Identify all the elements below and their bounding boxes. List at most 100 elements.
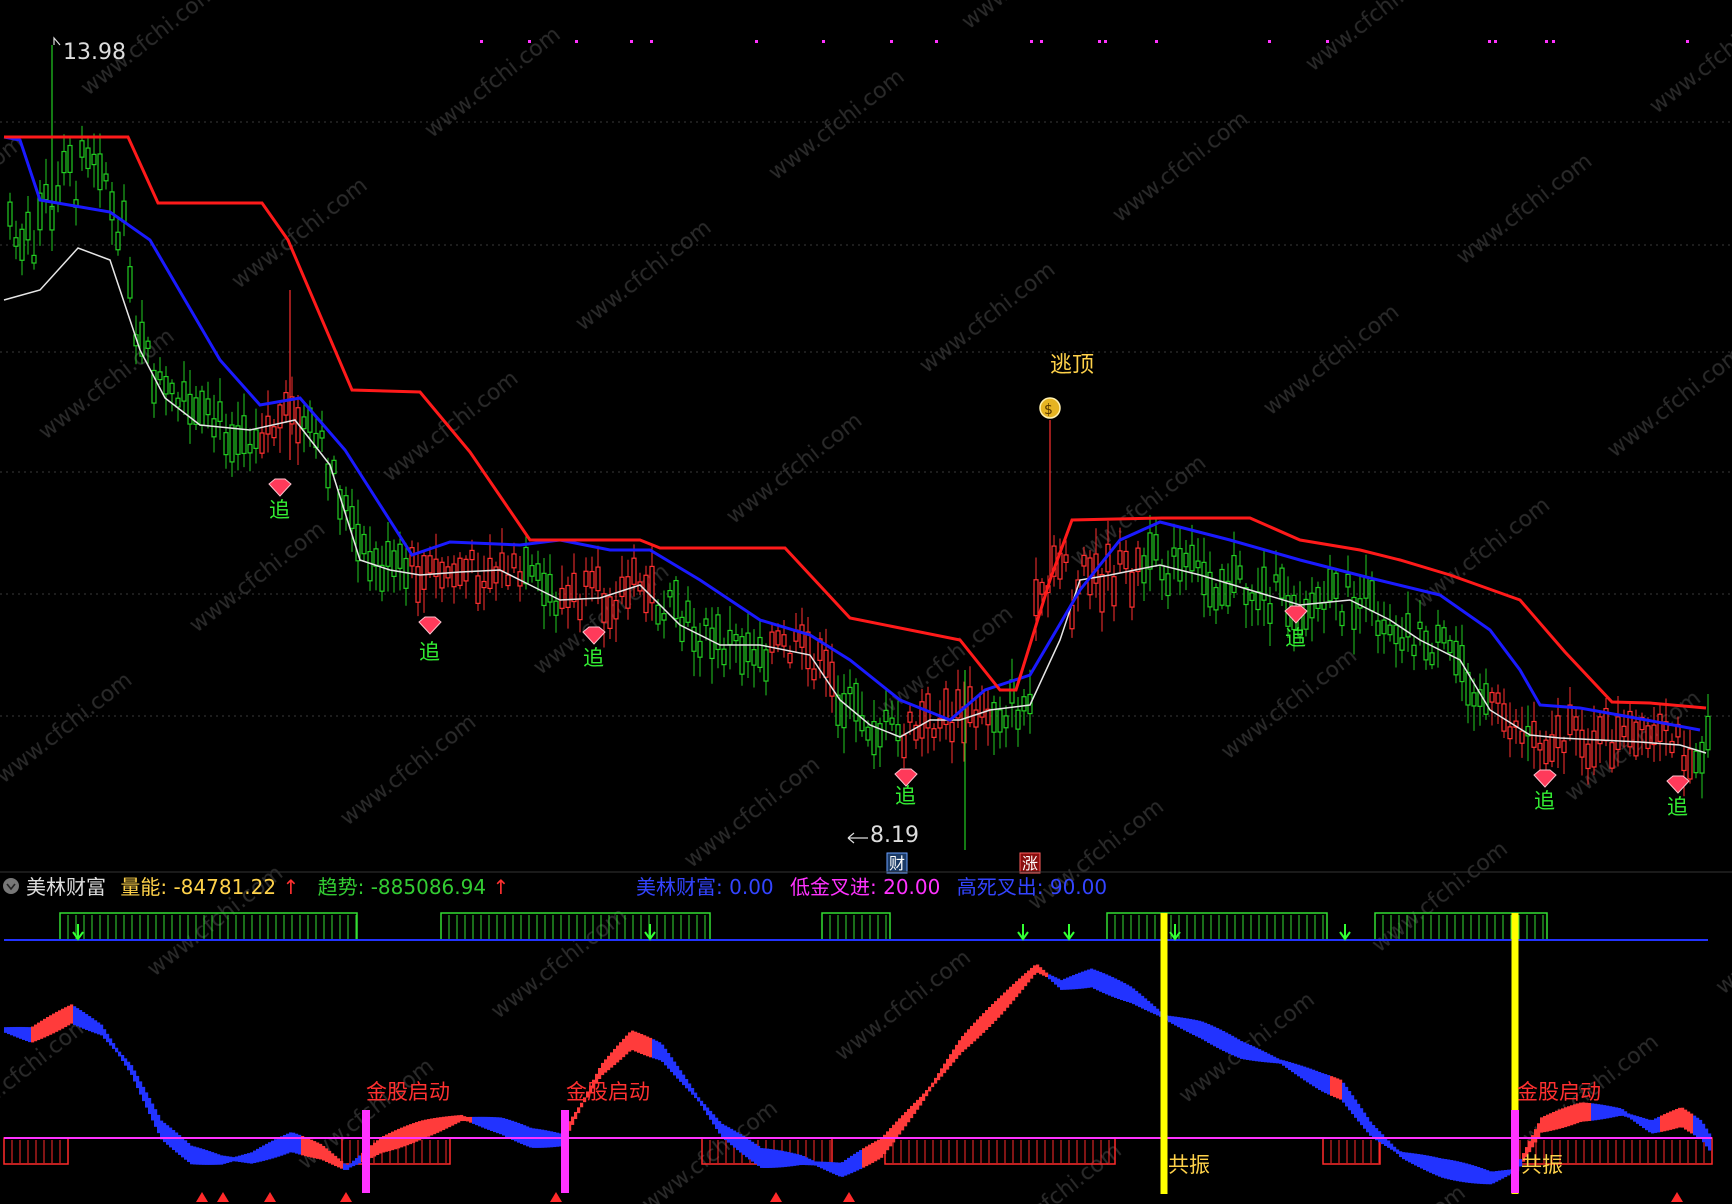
- wave-segment: [1009, 986, 1013, 1005]
- wave-segment: [787, 1152, 791, 1167]
- wave-segment: [244, 1153, 248, 1163]
- wave-segment: [97, 1022, 101, 1035]
- wave-segment: [1207, 1024, 1211, 1043]
- wave-segment: [841, 1162, 845, 1177]
- candle-body: [1237, 565, 1243, 580]
- wave-segment: [70, 1004, 74, 1024]
- wave-segment: [1303, 1066, 1307, 1081]
- candle-body: [367, 551, 373, 582]
- wave-segment: [1021, 975, 1025, 990]
- candle-body: [553, 600, 559, 616]
- wave-segment: [1666, 1112, 1670, 1131]
- wave-segment: [1426, 1155, 1430, 1172]
- wave-segment: [1504, 1169, 1508, 1178]
- candle-body: [877, 723, 883, 748]
- trend-label: 趋势:: [318, 875, 365, 899]
- wave-segment: [403, 1126, 407, 1147]
- wave-segment: [124, 1058, 128, 1066]
- wave-segment: [826, 1161, 830, 1172]
- wave-segment: [1273, 1056, 1277, 1064]
- wave-segment: [1318, 1072, 1322, 1090]
- candle-body: [1375, 620, 1381, 637]
- wave-segment: [286, 1133, 290, 1154]
- candle-body: [1549, 734, 1555, 762]
- wave-segment: [1015, 981, 1019, 998]
- wave-segment: [184, 1140, 188, 1160]
- candle-body: [1213, 586, 1219, 611]
- candle-body: [769, 631, 775, 653]
- wave-segment: [106, 1033, 110, 1043]
- wave-segment: [577, 1107, 581, 1114]
- wave-segment: [865, 1146, 869, 1167]
- collapse-icon[interactable]: [3, 878, 19, 894]
- candle-body: [7, 201, 13, 227]
- candle-body: [1063, 554, 1069, 564]
- candle-body: [1567, 704, 1573, 736]
- wave-segment: [1039, 967, 1043, 975]
- candle-body: [1243, 587, 1249, 606]
- wave-segment: [1381, 1134, 1385, 1145]
- wave-segment: [616, 1045, 620, 1063]
- wave-segment: [1285, 1061, 1289, 1068]
- wave-segment: [523, 1125, 527, 1146]
- candle-body: [1279, 567, 1285, 599]
- candle-body: [475, 575, 481, 604]
- wave-segment: [1030, 967, 1034, 979]
- wave-segment: [1543, 1115, 1547, 1133]
- wave-segment: [670, 1057, 674, 1073]
- candle-body: [259, 432, 265, 454]
- wave-segment: [1363, 1112, 1367, 1129]
- wave-segment: [325, 1148, 329, 1162]
- wave-segment: [1231, 1035, 1235, 1056]
- wave-segment: [1066, 977, 1070, 990]
- trend-value: -885086.94: [371, 875, 486, 899]
- wave-segment: [79, 1010, 83, 1028]
- wave-segment: [379, 1137, 383, 1154]
- wave-segment: [1435, 1157, 1439, 1176]
- wave-segment: [1150, 1003, 1154, 1013]
- wave-segment: [706, 1107, 710, 1116]
- wave-segment: [127, 1061, 131, 1071]
- wave-segment: [1120, 981, 1124, 1001]
- wave-segment: [1096, 970, 1100, 991]
- wave-segment: [628, 1032, 632, 1052]
- wave-segment: [823, 1161, 827, 1170]
- chase-label: 追: [1667, 795, 1688, 819]
- wave-segment: [835, 1162, 839, 1176]
- wave-segment: [49, 1015, 53, 1035]
- wave-segment: [454, 1115, 458, 1125]
- candle-body: [199, 390, 205, 427]
- wave-segment: [1258, 1049, 1262, 1062]
- wave-segment: [1579, 1102, 1583, 1123]
- wave-segment: [739, 1134, 743, 1153]
- candle-body: [1357, 598, 1363, 609]
- wave-segment: [1183, 1017, 1187, 1031]
- wave-segment: [838, 1162, 842, 1177]
- wave-segment: [109, 1038, 113, 1046]
- wave-segment: [1606, 1105, 1610, 1119]
- volume-value: -84781.22: [173, 875, 276, 899]
- wave-segment: [100, 1024, 104, 1036]
- wave-segment: [850, 1155, 854, 1174]
- candle-body: [1537, 742, 1543, 751]
- wave-segment: [1234, 1037, 1238, 1057]
- wave-segment: [148, 1097, 152, 1115]
- wave-segment: [1675, 1108, 1679, 1129]
- wave-segment: [673, 1061, 677, 1076]
- badge-zhang: 涨: [1019, 852, 1041, 874]
- candle-body: [217, 401, 223, 422]
- wave-segment: [139, 1081, 143, 1095]
- wave-segment: [463, 1116, 467, 1122]
- wave-segment: [28, 1027, 32, 1043]
- candle-body: [1417, 621, 1423, 630]
- signal-bar: [1511, 1110, 1519, 1193]
- wave-segment: [994, 1001, 998, 1021]
- candle-body: [931, 728, 937, 738]
- candle-body: [631, 557, 637, 585]
- candle-body: [1099, 574, 1105, 613]
- wave-segment: [1369, 1121, 1373, 1136]
- candle-body: [55, 185, 61, 204]
- wave-segment: [175, 1132, 179, 1153]
- wave-segment: [1171, 1016, 1175, 1024]
- top-dot: [480, 40, 483, 43]
